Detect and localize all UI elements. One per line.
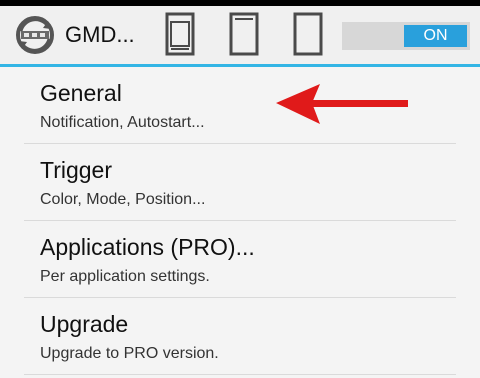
left-arrow-icon <box>272 80 412 132</box>
phone-blank-icon[interactable] <box>224 8 264 60</box>
gear-arrows-icon[interactable] <box>15 15 55 55</box>
item-subtitle: Upgrade to PRO version. <box>40 345 219 362</box>
settings-item-applications[interactable]: Applications (PRO)... Per application se… <box>24 221 456 298</box>
item-subtitle: Notification, Autostart... <box>40 114 205 131</box>
toggle-on-label: ON <box>404 25 467 47</box>
phone-outline-icon[interactable] <box>288 8 328 60</box>
item-subtitle: Per application settings. <box>40 268 210 285</box>
item-title: Upgrade <box>40 311 129 337</box>
item-title: Applications (PRO)... <box>40 234 255 260</box>
master-toggle-switch[interactable]: ON <box>342 22 470 50</box>
item-subtitle: Color, Mode, Position... <box>40 191 206 208</box>
item-title: General <box>40 80 122 106</box>
app-title: GMD... <box>65 22 135 47</box>
item-title: Trigger <box>40 157 112 183</box>
phone-portrait-icon[interactable] <box>160 8 200 60</box>
settings-item-trigger[interactable]: Trigger Color, Mode, Position... <box>24 144 456 221</box>
settings-item-upgrade[interactable]: Upgrade Upgrade to PRO version. <box>24 298 456 375</box>
